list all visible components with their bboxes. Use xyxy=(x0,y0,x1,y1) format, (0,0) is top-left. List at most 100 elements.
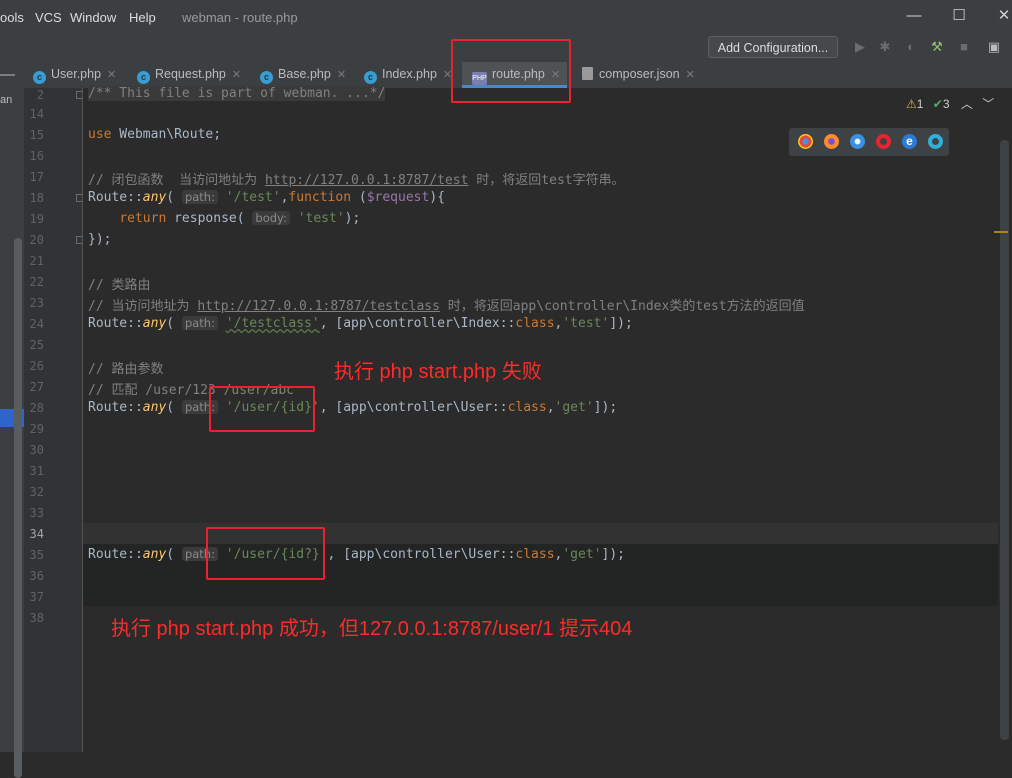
class-ref: Route:: xyxy=(88,190,143,205)
edge-icon[interactable] xyxy=(928,134,943,149)
warning-count: 1 xyxy=(916,97,924,111)
close-tab-icon[interactable]: ✕ xyxy=(337,69,346,81)
class-ref: Route:: xyxy=(88,547,143,562)
closure-end: }); xyxy=(88,232,112,247)
line-number: 16 xyxy=(29,149,44,163)
code-line-23: // 当访问地址为 http://127.0.0.1:8787/testclas… xyxy=(88,295,805,314)
tab-label: User.php xyxy=(51,67,102,81)
tab-label: Request.php xyxy=(155,67,226,81)
sidebar-scrollbar[interactable] xyxy=(14,238,22,778)
opera-icon[interactable] xyxy=(876,134,891,149)
param-hint: path: xyxy=(181,316,218,330)
controller-ref: [app\controller\User:: xyxy=(343,547,516,562)
close-tab-icon[interactable]: ✕ xyxy=(686,69,695,81)
close-tab-icon[interactable]: ✕ xyxy=(232,69,241,81)
line-number: 30 xyxy=(29,443,44,457)
coverage-icon[interactable]: ◐ xyxy=(902,38,920,56)
comment-url[interactable]: http://127.0.0.1:8787/testclass xyxy=(197,299,440,314)
menu-window[interactable]: Window xyxy=(70,10,116,25)
editor-scrollbar[interactable] xyxy=(994,88,1012,752)
safari-icon[interactable] xyxy=(850,134,865,149)
chrome-icon[interactable] xyxy=(798,134,813,149)
add-configuration-button[interactable]: Add Configuration... xyxy=(708,36,838,58)
variable: $request xyxy=(366,190,430,205)
tab-index-php[interactable]: c Index.php ✕ xyxy=(364,62,452,88)
line-number: 15 xyxy=(29,128,44,142)
keyword: class xyxy=(515,547,555,562)
keyword: function xyxy=(288,190,352,205)
line-number: 37 xyxy=(29,590,44,604)
string: 'get' xyxy=(554,400,594,415)
line-number: 26 xyxy=(29,359,44,373)
scrollbar-warning-mark[interactable] xyxy=(994,231,1008,233)
tab-composer-json[interactable]: composer.json ✕ xyxy=(582,62,695,88)
code-line-19: return response( body: 'test'); xyxy=(119,211,361,226)
sidebar-tree-text: an xyxy=(0,94,13,106)
tab-request-php[interactable]: c Request.php ✕ xyxy=(137,62,241,88)
menu-bar: ools VCS Window Help webman - route.php … xyxy=(0,0,1012,34)
firefox-icon[interactable] xyxy=(824,134,839,149)
keyword: return xyxy=(119,211,167,226)
close-window-button[interactable]: ✕ xyxy=(993,6,1012,26)
namespace: Webman\Route; xyxy=(111,127,222,142)
annotation-success: 执行 php start.php 成功，但127.0.0.1:8787/user… xyxy=(111,618,633,640)
keyword: use xyxy=(88,127,112,142)
line-number: 18 xyxy=(29,191,44,205)
code-line-26: // 路由参数 xyxy=(88,358,163,377)
close-tab-icon[interactable]: ✕ xyxy=(107,69,116,81)
code-line-20: }); xyxy=(88,232,111,247)
string: 'test' xyxy=(562,316,610,331)
stop-icon[interactable]: ■ xyxy=(955,38,973,56)
line-number-gutter: 2 14 15 16 17 18 19 20 21 22 23 24 25 26… xyxy=(24,88,84,752)
run-icon[interactable]: ▶ xyxy=(851,38,869,56)
line-number: 35 xyxy=(29,548,44,562)
tab-base-php[interactable]: c Base.php ✕ xyxy=(260,62,346,88)
comment: 时，将返回app\controller\Index类的test方法的返回值 xyxy=(439,299,805,314)
tab-label: Base.php xyxy=(278,67,331,81)
line-number: 28 xyxy=(29,401,44,415)
inspection-widget[interactable]: ⚠1 ✔3 ︿ ﹀ xyxy=(906,95,994,112)
method-call: any xyxy=(142,400,167,415)
line-number: 25 xyxy=(29,338,44,352)
comment-url[interactable]: http://127.0.0.1:8787/test xyxy=(265,173,469,188)
controller-ref: [app\controller\User:: xyxy=(335,400,508,415)
prev-highlight-icon[interactable]: ︿ xyxy=(961,97,973,111)
scrollbar-thumb[interactable] xyxy=(1000,140,1009,740)
comment: // 当访问地址为 xyxy=(88,299,198,314)
maximize-button[interactable]: ☐ xyxy=(948,6,970,26)
line-number: 24 xyxy=(29,317,44,331)
class-icon: c xyxy=(33,71,46,84)
line-number: 19 xyxy=(29,212,44,226)
menu-vcs[interactable]: VCS xyxy=(35,10,62,25)
ie-icon[interactable]: e xyxy=(902,134,917,149)
menu-help[interactable]: Help xyxy=(129,10,156,25)
comment: // 闭包函数 当访问地址为 xyxy=(88,173,265,188)
highlight-box-user-id xyxy=(209,386,315,432)
menu-tools[interactable]: ools xyxy=(0,10,24,25)
keyword: class xyxy=(515,316,555,331)
highlight-box-route-tab xyxy=(451,39,571,103)
line-number: 23 xyxy=(29,296,44,310)
code-line-28: Route::any( path: '/user/{id}', [app\con… xyxy=(88,400,618,415)
doc-comment: /** This file is part of webman. ...*/ xyxy=(88,86,386,101)
warning-icon: ⚠ xyxy=(906,97,917,111)
comment: // 类路由 xyxy=(88,278,151,293)
debug-icon[interactable]: ✱ xyxy=(876,38,894,56)
json-file-icon xyxy=(582,67,593,80)
window-title: webman - route.php xyxy=(182,10,298,25)
build-icon[interactable]: ⚒ xyxy=(928,38,946,56)
next-highlight-icon[interactable]: ﹀ xyxy=(982,97,994,111)
line-number: 22 xyxy=(29,275,44,289)
line-number-current: 34 xyxy=(29,527,44,541)
code-line-24: Route::any( path: '/testclass', [app\con… xyxy=(88,316,633,331)
minimize-button[interactable]: — xyxy=(903,6,925,26)
project-sidebar: an xyxy=(0,88,24,778)
tab-user-php[interactable]: c User.php ✕ xyxy=(33,62,116,88)
collapse-icon[interactable]: — xyxy=(0,62,22,88)
class-icon: c xyxy=(260,71,273,84)
method-call: any xyxy=(142,190,167,205)
param-hint: body: xyxy=(252,211,290,225)
comment: 时，将返回test字符串。 xyxy=(468,173,625,188)
project-structure-icon[interactable]: ▣ xyxy=(985,38,1003,56)
code-line-35: Route::any( path: '/user/{id?}', [app\co… xyxy=(88,547,625,562)
